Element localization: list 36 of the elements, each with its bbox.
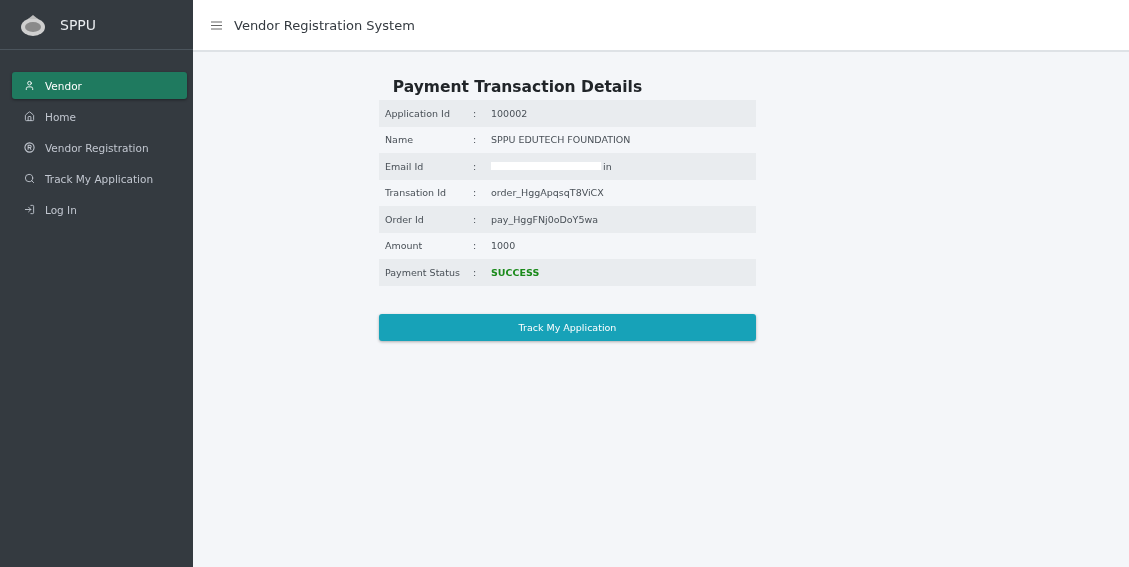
login-icon <box>24 204 35 215</box>
field-label: Email Id <box>385 160 425 172</box>
separator: : <box>473 266 478 278</box>
section-title: Payment Transaction Details <box>391 78 644 96</box>
sidebar-item[interactable]: Log In <box>12 196 187 223</box>
registered-icon <box>24 142 35 153</box>
field-value: SUCCESS <box>491 266 540 278</box>
field-label: Payment Status <box>385 266 461 278</box>
home-icon <box>24 111 35 122</box>
separator: : <box>473 107 478 119</box>
field-label: Amount <box>385 240 424 252</box>
field-value: pay_HggFNj0oDoY5wa <box>491 213 599 225</box>
field-label: Transation Id <box>385 187 447 199</box>
field-label: Application Id <box>385 107 451 119</box>
field-label: Name <box>385 134 415 146</box>
brand-name: SPPU <box>60 16 97 33</box>
sidebar-item[interactable]: Home <box>12 103 187 130</box>
separator: : <box>473 240 478 252</box>
user-icon <box>24 80 35 91</box>
field-value: SPPU EDUTECH FOUNDATION <box>491 134 631 146</box>
menu-icon[interactable] <box>211 20 222 30</box>
separator: : <box>473 187 478 199</box>
sidebar-item[interactable]: Vendor Registration <box>12 134 187 161</box>
seal-logo-icon <box>20 12 46 37</box>
page-title: Vendor Registration System <box>234 17 415 33</box>
separator: : <box>473 134 478 146</box>
sidebar-item[interactable]: Track My Application <box>12 165 187 192</box>
field-value: 1000 <box>491 240 516 252</box>
separator: : <box>473 160 478 172</box>
field-label: Order Id <box>385 213 425 225</box>
field-value: 100002 <box>491 107 528 119</box>
separator: : <box>473 213 478 225</box>
search-icon <box>24 173 35 184</box>
field-value: in <box>603 160 612 172</box>
sidebar-item[interactable]: Vendor <box>12 72 187 99</box>
field-value: order_HggApqsqT8ViCX <box>491 187 604 199</box>
